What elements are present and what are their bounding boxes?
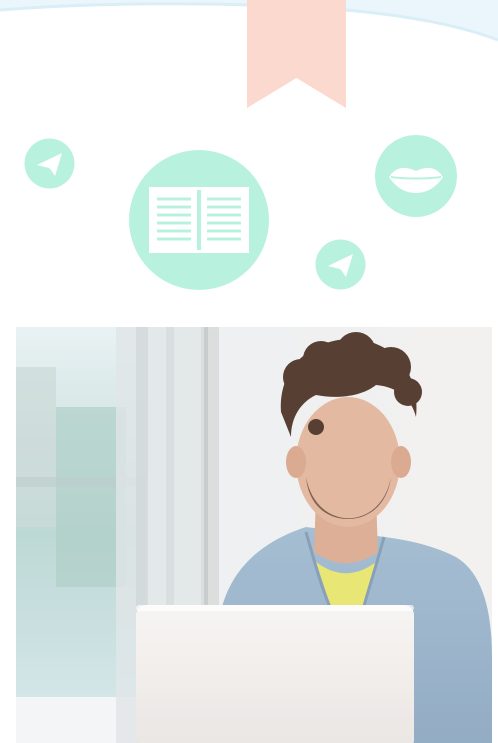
paper-plane-icon — [24, 138, 75, 189]
man-with-laptop-photo — [16, 327, 492, 743]
paper-plane-icon — [315, 239, 366, 290]
open-book-icon — [129, 150, 269, 290]
lips-icon — [375, 135, 457, 217]
bookmark-icon — [247, 0, 346, 108]
